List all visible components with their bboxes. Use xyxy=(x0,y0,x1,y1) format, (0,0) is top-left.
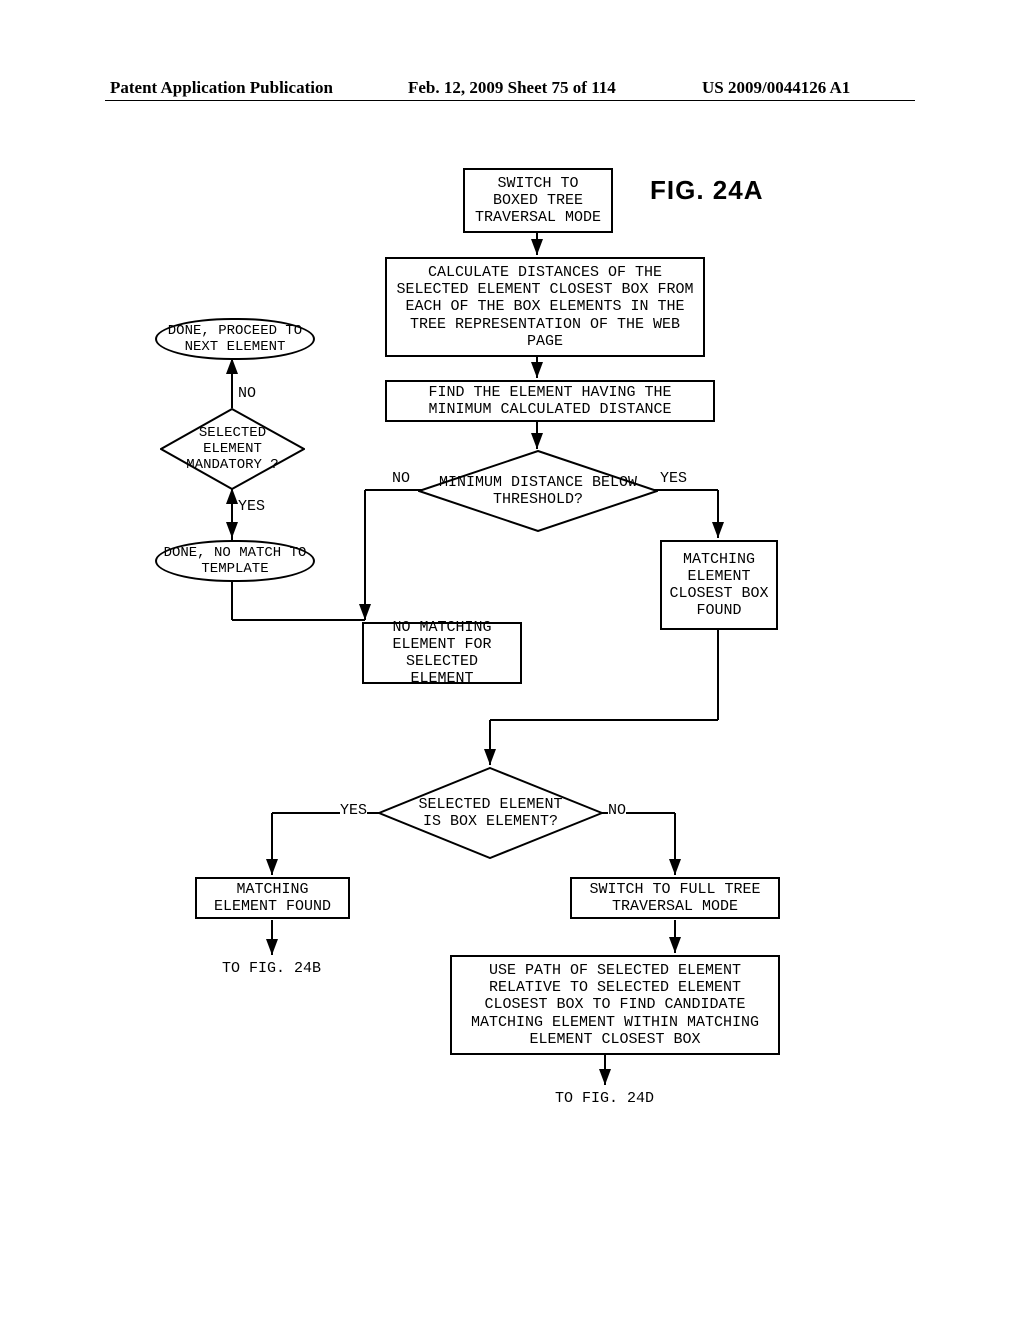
edge-label-no: NO xyxy=(392,470,410,487)
edge-label-yes: YES xyxy=(238,498,265,515)
decision-element-mandatory: SELECTED ELEMENT MANDATORY ? xyxy=(160,408,305,490)
header-right: US 2009/0044126 A1 xyxy=(702,78,850,98)
node-text: USE PATH OF SELECTED ELEMENT RELATIVE TO… xyxy=(458,962,772,1048)
node-text: MATCHING ELEMENT CLOSEST BOX FOUND xyxy=(668,551,770,620)
node-calculate-distances: CALCULATE DISTANCES OF THE SELECTED ELEM… xyxy=(385,257,705,357)
node-switch-full-tree: SWITCH TO FULL TREE TRAVERSAL MODE xyxy=(570,877,780,919)
node-text: DONE, NO MATCH TO TEMPLATE xyxy=(157,545,313,577)
node-text: SWITCH TO BOXED TREE TRAVERSAL MODE xyxy=(475,175,601,227)
decision-is-box-element: SELECTED ELEMENT IS BOX ELEMENT? xyxy=(378,767,603,859)
offpage-to-24b: TO FIG. 24B xyxy=(222,960,321,977)
flowchart-diagram: SWITCH TO BOXED TREE TRAVERSAL MODE CALC… xyxy=(0,160,1024,1260)
node-text: SELECTED ELEMENT IS BOX ELEMENT? xyxy=(406,796,575,831)
node-text: MINIMUM DISTANCE BELOW THRESHOLD? xyxy=(438,474,638,509)
node-text: CALCULATE DISTANCES OF THE SELECTED ELEM… xyxy=(393,264,697,350)
node-no-matching-element: NO MATCHING ELEMENT FOR SELECTED ELEMENT xyxy=(362,622,522,684)
node-switch-boxed-tree: SWITCH TO BOXED TREE TRAVERSAL MODE xyxy=(463,168,613,233)
header-left: Patent Application Publication xyxy=(110,78,333,98)
node-use-path: USE PATH OF SELECTED ELEMENT RELATIVE TO… xyxy=(450,955,780,1055)
offpage-to-24d: TO FIG. 24D xyxy=(555,1090,654,1107)
header-divider xyxy=(105,100,915,101)
edge-label-no: NO xyxy=(238,385,256,402)
node-text: MATCHING ELEMENT FOUND xyxy=(203,881,342,916)
node-text: FIND THE ELEMENT HAVING THE MINIMUM CALC… xyxy=(393,384,707,419)
node-text: DONE, PROCEED TO NEXT ELEMENT xyxy=(157,323,313,355)
edge-label-no: NO xyxy=(608,802,626,819)
node-closest-box-found: MATCHING ELEMENT CLOSEST BOX FOUND xyxy=(660,540,778,630)
terminal-done-next: DONE, PROCEED TO NEXT ELEMENT xyxy=(155,318,315,360)
terminal-done-no-match: DONE, NO MATCH TO TEMPLATE xyxy=(155,540,315,582)
node-find-min: FIND THE ELEMENT HAVING THE MINIMUM CALC… xyxy=(385,380,715,422)
node-matching-element-found: MATCHING ELEMENT FOUND xyxy=(195,877,350,919)
edge-label-yes: YES xyxy=(660,470,687,487)
decision-min-below-threshold: MINIMUM DISTANCE BELOW THRESHOLD? xyxy=(418,450,658,532)
node-text: SELECTED ELEMENT MANDATORY ? xyxy=(168,425,297,473)
node-text: NO MATCHING ELEMENT FOR SELECTED ELEMENT xyxy=(370,619,514,688)
node-text: SWITCH TO FULL TREE TRAVERSAL MODE xyxy=(578,881,772,916)
edge-label-yes: YES xyxy=(340,802,367,819)
header-mid: Feb. 12, 2009 Sheet 75 of 114 xyxy=(408,78,616,98)
